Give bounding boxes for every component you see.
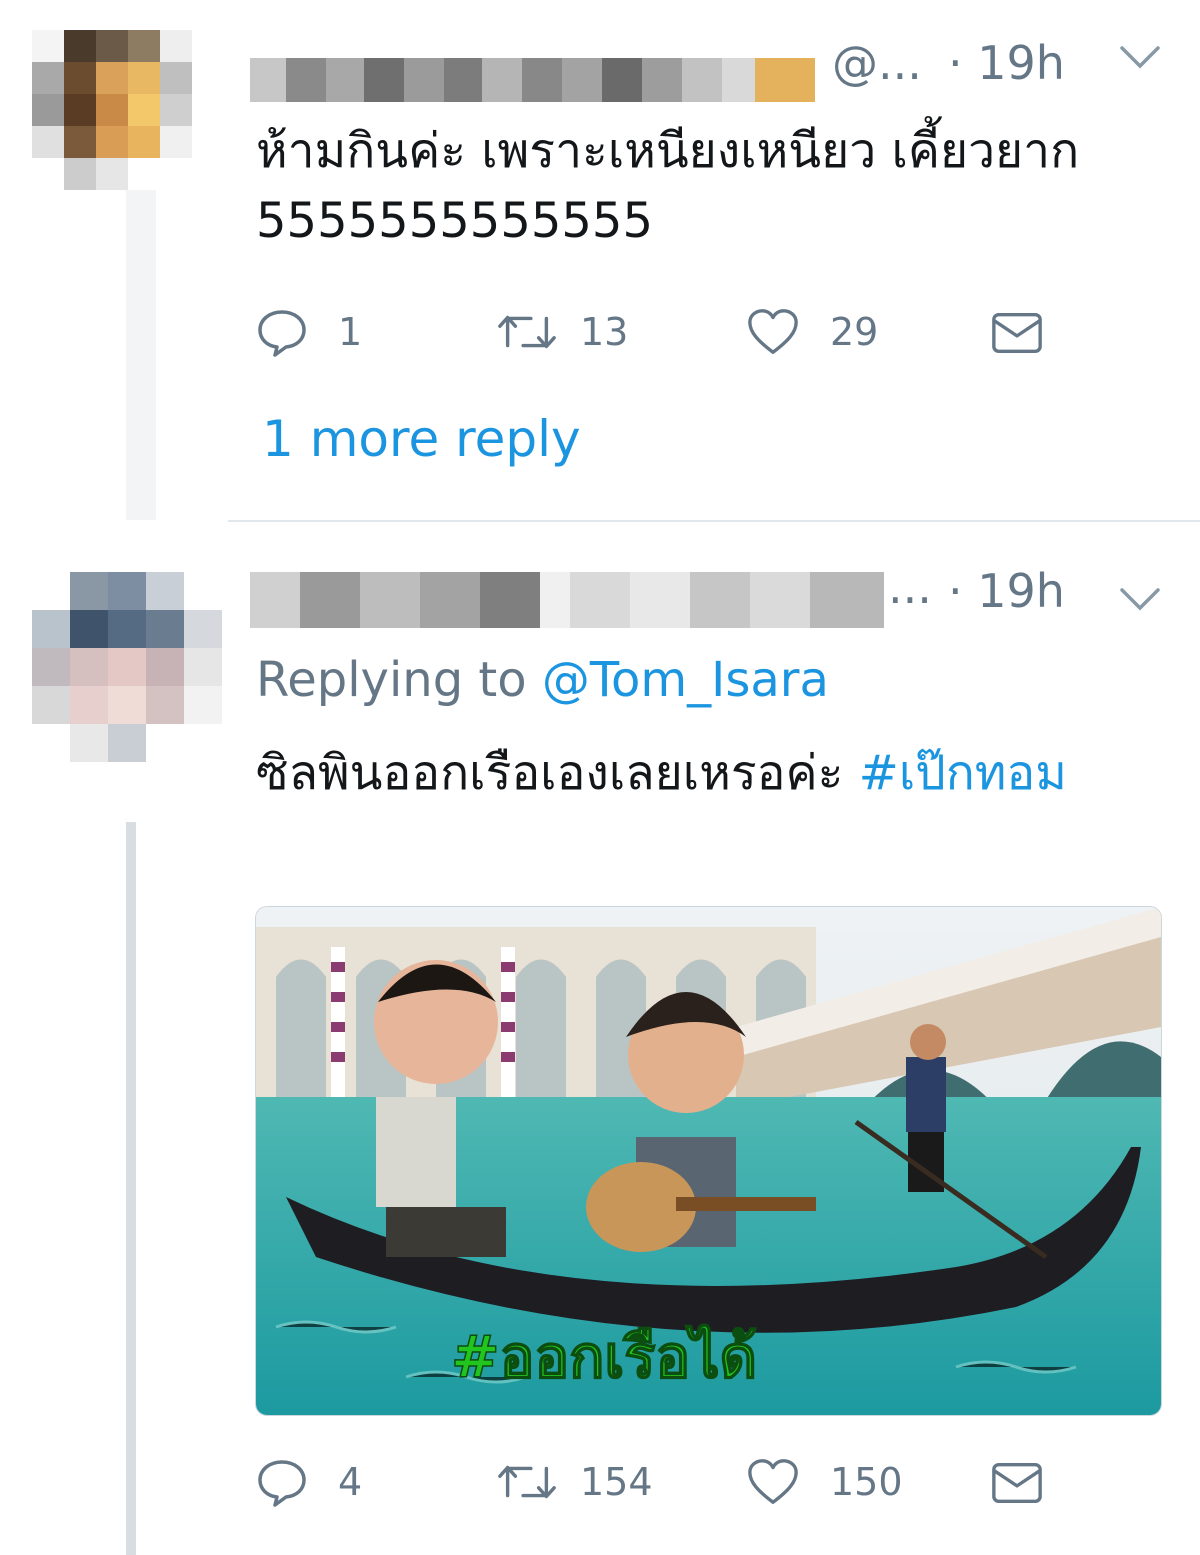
tweet-1[interactable]: @... · 19h ห้ามกินค่ะ เพราะเหนียงเหนียว … xyxy=(0,0,1200,520)
more-replies-link[interactable]: 1 more reply xyxy=(262,410,581,468)
timestamp[interactable]: · 19h xyxy=(948,36,1065,90)
hashtag-link[interactable]: #เป๊กทอม xyxy=(859,745,1067,801)
avatar[interactable] xyxy=(32,572,222,762)
retweet-count: 13 xyxy=(580,310,629,354)
reply-button[interactable]: 1 xyxy=(256,302,362,362)
user-handle[interactable]: ... xyxy=(888,560,932,614)
tweet-text: ซิลพินออกเรือเองเลยเหรอค่ะ #เป๊กทอม xyxy=(256,732,1176,882)
reply-count: 4 xyxy=(338,1460,363,1504)
avatar[interactable] xyxy=(32,30,192,190)
mention-link[interactable]: @Tom_Isara xyxy=(542,652,829,708)
speech-bubble-icon xyxy=(258,1460,306,1507)
retweet-button[interactable]: 13 xyxy=(496,302,628,362)
replying-to-label: Replying to xyxy=(256,652,527,708)
chevron-down-icon[interactable] xyxy=(1118,42,1162,72)
retweet-count: 154 xyxy=(580,1460,653,1504)
image-overlay-text: #ออกเรือได้ xyxy=(451,1323,757,1391)
like-button[interactable]: 150 xyxy=(746,1452,903,1512)
gondola-photo: #ออกเรือได้ xyxy=(256,907,1161,1415)
retweet-icon xyxy=(498,315,556,349)
retweet-button[interactable]: 154 xyxy=(496,1452,653,1512)
tweet-text: ห้ามกินค่ะ เพราะเหนียงเหนียว เคี้ยวยาก 5… xyxy=(256,123,1080,249)
retweet-icon xyxy=(498,1465,556,1499)
timestamp[interactable]: · 19h xyxy=(948,564,1065,618)
envelope-icon xyxy=(992,312,1042,353)
reply-button[interactable]: 4 xyxy=(256,1452,362,1512)
direct-message-button[interactable] xyxy=(990,302,1044,362)
display-name-blurred[interactable] xyxy=(250,572,884,628)
replying-to: Replying to @Tom_Isara xyxy=(256,652,829,708)
tweet-2[interactable]: ... · 19h Replying to @Tom_Isara ซิลพินอ… xyxy=(0,522,1200,1555)
tweet-actions: 4 154 150 xyxy=(256,1452,1056,1512)
tweet-text-body: ซิลพินออกเรือเองเลยเหรอค่ะ xyxy=(256,745,844,801)
thread-line xyxy=(126,190,156,520)
user-handle[interactable]: @... xyxy=(832,36,922,90)
chevron-down-icon[interactable] xyxy=(1118,584,1162,614)
thread-line xyxy=(126,822,136,1555)
display-name-blurred[interactable] xyxy=(250,58,815,102)
reply-count: 1 xyxy=(338,310,363,354)
like-count: 150 xyxy=(830,1460,903,1504)
heart-icon xyxy=(748,309,798,354)
like-button[interactable]: 29 xyxy=(746,302,878,362)
tweet-actions: 1 13 29 xyxy=(256,302,1056,362)
speech-bubble-icon xyxy=(258,310,306,357)
tweet-media-image[interactable]: #ออกเรือได้ xyxy=(255,906,1162,1416)
like-count: 29 xyxy=(830,310,879,354)
envelope-icon xyxy=(992,1462,1042,1503)
direct-message-button[interactable] xyxy=(990,1452,1044,1512)
heart-icon xyxy=(748,1459,798,1504)
